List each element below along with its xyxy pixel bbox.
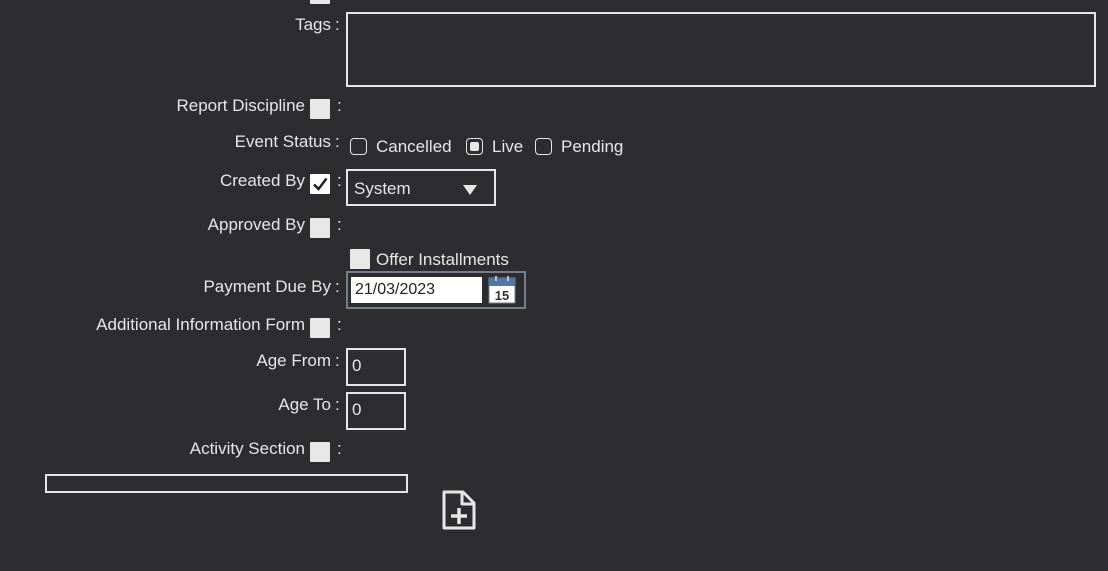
- report-discipline-checkbox[interactable]: [310, 99, 330, 119]
- payment-due-label: Payment Due By: [203, 277, 331, 296]
- approved-by-checkbox[interactable]: [310, 218, 330, 238]
- payment-due-datepicker[interactable]: 21/03/2023 15: [346, 271, 526, 309]
- checkmark-icon: [313, 177, 328, 191]
- tags-label: Tags: [295, 15, 331, 34]
- payment-due-input[interactable]: 21/03/2023: [351, 277, 482, 303]
- created-by-colon: :: [337, 171, 342, 190]
- created-by-value: System: [354, 179, 411, 198]
- tags-input[interactable]: [346, 12, 1096, 87]
- partial-checkbox-top[interactable]: [310, 0, 330, 4]
- event-status-cancelled-radio[interactable]: [350, 138, 367, 155]
- tags-colon: :: [335, 15, 340, 34]
- event-status-pending-label: Pending: [561, 137, 624, 156]
- offer-installments-checkbox[interactable]: [350, 249, 370, 269]
- payment-due-colon: :: [335, 277, 340, 296]
- calendar-day-text: 15: [495, 288, 509, 303]
- age-to-input[interactable]: 0: [346, 392, 406, 430]
- report-discipline-label: Report Discipline: [176, 96, 306, 115]
- age-to-value: 0: [352, 400, 362, 419]
- add-file-icon[interactable]: [441, 489, 477, 536]
- created-by-dropdown[interactable]: System: [346, 169, 496, 206]
- event-status-cancelled-label: Cancelled: [376, 137, 452, 156]
- approved-by-label: Approved By: [207, 215, 305, 234]
- age-to-colon: :: [335, 395, 340, 414]
- additional-info-colon: :: [337, 315, 342, 334]
- calendar-icon[interactable]: 15: [488, 276, 516, 309]
- additional-info-checkbox[interactable]: [310, 318, 330, 338]
- event-status-live-label: Live: [492, 137, 524, 156]
- activity-section-checkbox[interactable]: [310, 442, 330, 462]
- age-from-colon: :: [335, 351, 340, 370]
- approved-by-colon: :: [337, 215, 342, 234]
- age-to-label: Age To: [278, 395, 331, 414]
- event-status-label: Event Status: [234, 132, 331, 151]
- event-status-colon: :: [335, 132, 340, 151]
- activity-section-input[interactable]: [45, 474, 408, 493]
- age-from-label: Age From: [256, 351, 331, 370]
- chevron-down-icon: [462, 181, 478, 201]
- activity-section-label: Activity Section: [189, 439, 305, 458]
- created-by-checkbox[interactable]: [310, 174, 330, 194]
- offer-installments-label: Offer Installments: [376, 250, 509, 269]
- report-discipline-colon: :: [337, 96, 342, 115]
- created-by-label: Created By: [219, 171, 305, 190]
- activity-section-colon: :: [337, 439, 342, 458]
- age-from-input[interactable]: 0: [346, 348, 406, 386]
- event-status-pending-radio[interactable]: [535, 138, 552, 155]
- additional-info-label: Additional Information Form: [96, 315, 305, 334]
- age-from-value: 0: [352, 356, 362, 375]
- event-status-live-radio[interactable]: [466, 138, 483, 155]
